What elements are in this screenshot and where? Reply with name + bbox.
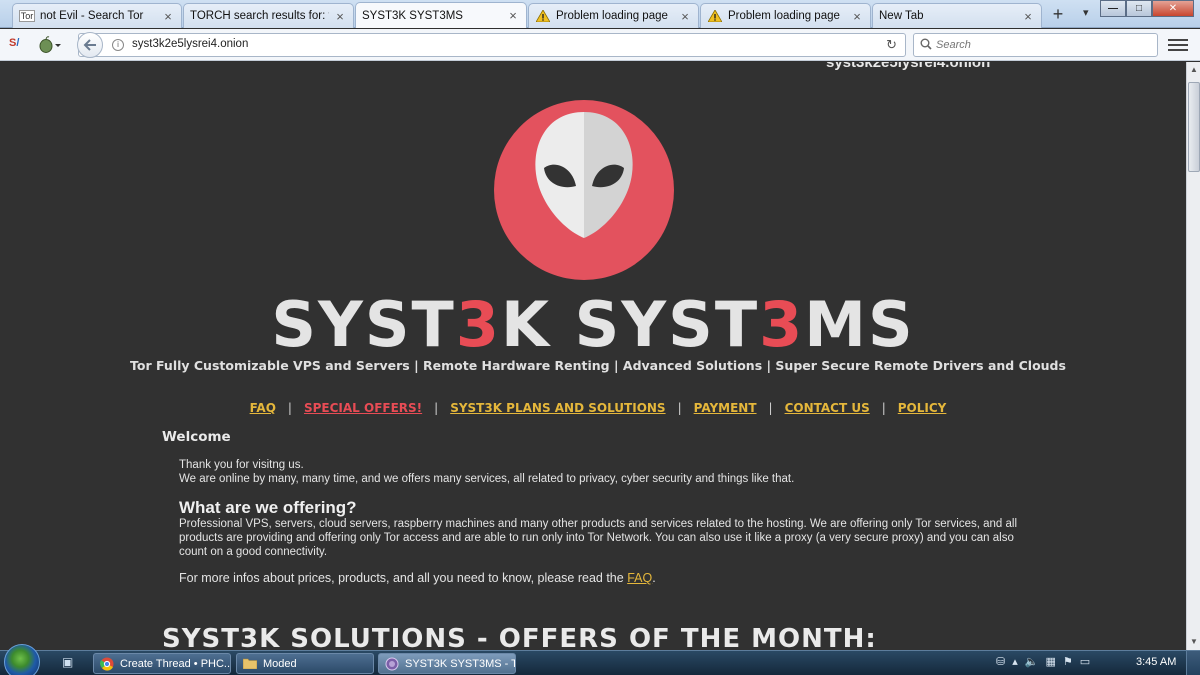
minimize-button[interactable]: — (1100, 0, 1126, 17)
back-arrow-icon (83, 39, 96, 51)
search-icon (920, 38, 932, 53)
onion-address-watermark: syst3k2e5lysrei4.onion (826, 62, 991, 71)
menu-link-contact-us[interactable]: CONTACT US (785, 401, 870, 415)
tab-title: Problem loading page (728, 10, 840, 22)
taskbar-button-tor-browser[interactable]: SYST3K SYST3MS - T... (378, 653, 516, 674)
list-all-tabs-icon[interactable]: ▾ (1083, 6, 1089, 19)
url-bar[interactable]: i syst3k2e5lysrei4.onion ↻ (77, 32, 906, 58)
warning-icon (707, 10, 723, 22)
tray-app-icon[interactable]: ▦ (1045, 655, 1055, 668)
tab-problem-loading-1[interactable]: Problem loading page × (528, 3, 699, 28)
search-input[interactable] (936, 36, 1146, 54)
new-tab-button[interactable]: + (1048, 5, 1068, 25)
alien-logo-icon (494, 100, 674, 280)
scroll-thumb[interactable] (1188, 82, 1200, 172)
menu-link-special-offers[interactable]: SPECIAL OFFERS! (304, 401, 422, 415)
tab-title: TORCH search results for: fr... (190, 10, 329, 22)
scroll-down-icon[interactable]: ▼ (1188, 635, 1200, 649)
intro-paragraph: Thank you for visitng us. We are online … (179, 459, 795, 485)
site-info-icon[interactable]: i (112, 39, 124, 51)
taskbar-button-label: Create Thread • PHC... (120, 657, 231, 670)
solutions-heading: SYST3K SOLUTIONS - OFFERS OF THE MONTH: (162, 624, 877, 650)
tab-title: not Evil - Search Tor (40, 10, 144, 22)
site-tagline: Tor Fully Customizable VPS and Servers |… (130, 358, 1066, 373)
hamburger-menu-icon[interactable] (1168, 36, 1188, 54)
window-controls: — □ ✕ (1100, 0, 1194, 18)
taskbar-clock[interactable]: 3:45 AM (1136, 656, 1176, 668)
tab-not-evil[interactable]: Tor not Evil - Search Tor × (12, 3, 182, 28)
tab-new-tab[interactable]: New Tab × (872, 3, 1042, 28)
close-window-button[interactable]: ✕ (1152, 0, 1194, 17)
taskbar-button-create-thread[interactable]: Create Thread • PHC... (93, 653, 231, 674)
navigation-toolbar: S/ i syst3k2e5lysrei4.onion ↻ (0, 29, 1200, 61)
action-center-icon[interactable]: ⚑ (1063, 655, 1073, 668)
show-desktop-quicklaunch-icon[interactable]: ▣ (62, 655, 80, 671)
chrome-icon (99, 657, 115, 671)
tor-onion-icon[interactable] (38, 36, 64, 54)
network-tray-icon[interactable]: ⛁ (996, 655, 1005, 668)
close-icon[interactable]: × (506, 8, 520, 23)
taskbar-button-label: SYST3K SYST3MS - T... (405, 657, 516, 670)
warning-icon (535, 10, 551, 22)
reload-icon[interactable]: ↻ (886, 37, 897, 53)
tab-bar: Tor not Evil - Search Tor × TORCH search… (0, 0, 1200, 28)
https-everywhere-icon[interactable]: S/ (9, 37, 25, 53)
faq-inline-link[interactable]: FAQ (627, 571, 652, 585)
offering-heading: What are we offering? (179, 498, 357, 517)
offering-paragraph: Professional VPS, servers, cloud servers… (179, 518, 1017, 558)
menu-link-faq[interactable]: FAQ (250, 401, 276, 415)
tab-torch-results[interactable]: TORCH search results for: fr... × (183, 3, 354, 28)
menu-link-policy[interactable]: POLICY (898, 401, 947, 415)
maximize-button[interactable]: □ (1126, 0, 1152, 17)
page-content: syst3k2e5lysrei4.onion SYST3K SYST3MS To… (0, 62, 1186, 650)
taskbar-button-moded[interactable]: Moded (236, 653, 374, 674)
taskbar-button-label: Moded (263, 657, 297, 670)
close-icon[interactable]: × (1021, 9, 1035, 24)
system-tray: ⛁ ▴ 🔈 ▦ ⚑ ▭ (996, 655, 1090, 668)
search-bar[interactable] (913, 33, 1158, 57)
folder-icon (242, 657, 258, 671)
site-brand-title: SYST3K SYST3MS (271, 288, 915, 361)
tor-browser-icon (384, 657, 400, 671)
more-info-paragraph: For more infos about prices, products, a… (179, 571, 656, 585)
tab-title: Problem loading page (556, 10, 668, 22)
start-button[interactable] (4, 644, 40, 675)
close-icon[interactable]: × (161, 9, 175, 24)
url-text[interactable]: syst3k2e5lysrei4.onion (132, 38, 248, 50)
tab-title: New Tab (879, 10, 924, 22)
welcome-heading: Welcome (162, 429, 231, 445)
scroll-up-icon[interactable]: ▲ (1188, 63, 1200, 77)
menu-link-payment[interactable]: PAYMENT (694, 401, 757, 415)
show-desktop-button[interactable] (1186, 651, 1200, 675)
display-tray-icon[interactable]: ▭ (1080, 655, 1090, 668)
tor-favicon-icon: Tor (19, 10, 35, 22)
back-button[interactable] (77, 32, 103, 58)
close-icon[interactable]: × (850, 9, 864, 24)
page-scrollbar[interactable]: ▲ ▼ (1186, 62, 1200, 650)
windows-taskbar: ▣ Create Thread • PHC... Moded SYST3K SY… (0, 644, 1200, 675)
tab-title: SYST3K SYST3MS (362, 9, 463, 22)
menu-link-plans-solutions[interactable]: SYST3K PLANS AND SOLUTIONS (450, 401, 665, 415)
site-main-menu: FAQ | SPECIAL OFFERS! | SYST3K PLANS AND SOL… (249, 401, 947, 415)
tab-syst3k-active[interactable]: SYST3K SYST3MS × (355, 2, 527, 28)
close-icon[interactable]: × (678, 9, 692, 24)
tab-problem-loading-2[interactable]: Problem loading page × (700, 3, 871, 28)
close-icon[interactable]: × (333, 9, 347, 24)
chevron-up-icon[interactable]: ▴ (1012, 655, 1018, 668)
volume-icon[interactable]: 🔈 (1025, 655, 1039, 668)
